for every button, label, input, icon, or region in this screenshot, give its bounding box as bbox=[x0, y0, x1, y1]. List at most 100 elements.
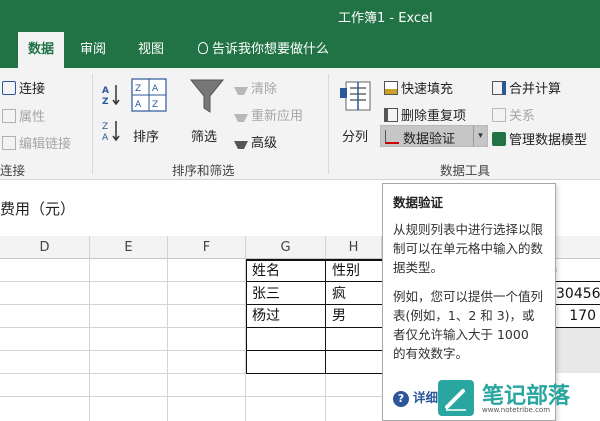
tooltip-title: 数据验证 bbox=[393, 195, 444, 210]
tell-me-more-link[interactable]: ? 详细 bbox=[393, 387, 438, 407]
cell-h1[interactable]: 性别 bbox=[328, 260, 382, 282]
table-border bbox=[246, 373, 382, 374]
data-validation-label: 数据验证 bbox=[403, 132, 456, 147]
cell-g2[interactable]: 张三 bbox=[248, 283, 324, 305]
group-label-connections: 连接 bbox=[0, 163, 26, 178]
flash-fill-icon bbox=[384, 81, 398, 95]
svg-text:Z: Z bbox=[102, 122, 108, 132]
column-header-d[interactable]: D bbox=[0, 236, 90, 259]
table-border bbox=[556, 304, 600, 305]
properties-label: 属性 bbox=[19, 110, 46, 125]
pen-logo-icon bbox=[438, 380, 474, 416]
edit-links-label: 编辑链接 bbox=[19, 137, 72, 152]
reapply-button[interactable]: 重新应用 bbox=[234, 105, 303, 124]
cell-g3[interactable]: 杨过 bbox=[248, 305, 324, 327]
ribbon: 连接 属性 编辑链接 连接 AZ ZA Z A A Z 排序 筛选 清除 重新应… bbox=[0, 68, 600, 180]
cell-g1[interactable]: 姓名 bbox=[248, 260, 324, 282]
tab-data[interactable]: 数据 bbox=[18, 32, 65, 68]
help-icon: ? bbox=[393, 391, 409, 407]
table-border bbox=[556, 281, 600, 282]
text-to-columns-button[interactable]: 分列 bbox=[338, 78, 378, 148]
grid-line bbox=[167, 259, 168, 421]
svg-text:Z: Z bbox=[135, 84, 141, 94]
remove-duplicates-icon bbox=[384, 108, 398, 122]
svg-text:Z: Z bbox=[102, 97, 109, 106]
cell-h3[interactable]: 男 bbox=[328, 305, 382, 327]
edit-links-button[interactable]: 编辑链接 bbox=[2, 133, 71, 152]
sort-za-icon: ZA bbox=[102, 121, 120, 143]
lightbulb-icon bbox=[198, 42, 208, 54]
data-model-icon bbox=[492, 132, 506, 146]
tab-review[interactable]: 审阅 bbox=[80, 32, 106, 68]
data-validation-button[interactable]: 数据验证 ▾ bbox=[380, 125, 488, 147]
clear-label: 清除 bbox=[251, 82, 278, 97]
svg-text:A: A bbox=[152, 84, 159, 94]
selected-cells[interactable] bbox=[556, 328, 600, 373]
svg-text:A: A bbox=[135, 100, 142, 110]
consolidate-icon bbox=[492, 81, 506, 95]
relationships-icon bbox=[492, 108, 506, 122]
formula-bar-text: 费用（元） bbox=[0, 200, 76, 218]
advanced-button[interactable]: 高级 bbox=[234, 132, 277, 151]
connect-button[interactable]: 连接 bbox=[2, 78, 45, 97]
cell-i2[interactable]: 30456 bbox=[556, 283, 600, 305]
advanced-filter-icon bbox=[234, 141, 248, 149]
clear-filter-icon bbox=[234, 87, 248, 95]
sort-button[interactable]: Z A A Z 排序 bbox=[130, 78, 168, 148]
svg-text:A: A bbox=[102, 133, 109, 142]
column-header-i[interactable] bbox=[556, 236, 600, 259]
title-bar: 工作簿1 - Excel bbox=[0, 0, 600, 32]
ribbon-tabs: 数据 审阅 视图 告诉我你想要做什么 bbox=[0, 32, 600, 68]
table-border bbox=[246, 327, 382, 328]
filter-button[interactable]: 筛选 bbox=[188, 78, 226, 148]
flash-fill-label: 快速填充 bbox=[401, 82, 454, 97]
properties-icon bbox=[2, 109, 16, 123]
column-header-h[interactable]: H bbox=[326, 236, 382, 259]
sort-dialog-icon: Z A A Z bbox=[131, 78, 167, 112]
pen-icon bbox=[445, 389, 466, 411]
group-label-sort-filter: 排序和筛选 bbox=[172, 163, 235, 178]
sort-az-icon: AZ bbox=[102, 85, 120, 107]
reapply-label: 重新应用 bbox=[251, 109, 304, 124]
filter-label: 筛选 bbox=[191, 130, 218, 145]
remove-duplicates-label: 删除重复项 bbox=[401, 109, 467, 124]
properties-button[interactable]: 属性 bbox=[2, 106, 45, 125]
tell-me-search[interactable]: 告诉我你想要做什么 bbox=[198, 32, 329, 68]
table-border bbox=[246, 350, 382, 351]
watermark-url: www.notetribe.com bbox=[482, 406, 551, 414]
cell-i3[interactable]: 170 bbox=[556, 305, 600, 327]
tab-view[interactable]: 视图 bbox=[138, 32, 164, 68]
table-border bbox=[246, 259, 247, 373]
consolidate-button[interactable]: 合并计算 bbox=[492, 78, 561, 97]
window-title: 工作簿1 - Excel bbox=[338, 11, 433, 26]
data-validation-icon bbox=[385, 130, 399, 144]
reapply-icon bbox=[234, 114, 248, 122]
consolidate-label: 合并计算 bbox=[509, 82, 562, 97]
svg-text:Z: Z bbox=[152, 100, 158, 110]
tell-me-label: 告诉我你想要做什么 bbox=[212, 42, 330, 57]
sort-az-button[interactable]: AZ bbox=[102, 82, 122, 109]
cell-h2[interactable]: 疯 bbox=[328, 283, 382, 305]
relationships-button[interactable]: 关系 bbox=[492, 105, 535, 124]
svg-text:A: A bbox=[102, 86, 109, 96]
sort-label: 排序 bbox=[133, 130, 160, 145]
connect-icon bbox=[2, 81, 16, 95]
column-header-f[interactable]: F bbox=[168, 236, 246, 259]
advanced-label: 高级 bbox=[251, 136, 278, 151]
chevron-down-icon[interactable]: ▾ bbox=[473, 126, 487, 146]
group-label-data-tools: 数据工具 bbox=[440, 163, 491, 178]
group-separator bbox=[92, 74, 93, 174]
clear-button[interactable]: 清除 bbox=[234, 78, 277, 97]
tooltip-body-2: 例如，您可以提供一个值列表(例如，1、2 和 3)，或者仅允许输入大于 1000… bbox=[393, 289, 544, 361]
remove-duplicates-button[interactable]: 删除重复项 bbox=[384, 105, 466, 124]
sort-za-button[interactable]: ZA bbox=[102, 118, 122, 146]
group-separator bbox=[328, 74, 329, 174]
funnel-icon bbox=[189, 79, 225, 113]
flash-fill-button[interactable]: 快速填充 bbox=[384, 78, 453, 97]
column-header-e[interactable]: E bbox=[90, 236, 168, 259]
text-to-columns-icon bbox=[340, 81, 371, 111]
tell-me-more-label: 详细 bbox=[413, 390, 439, 405]
column-header-g[interactable]: G bbox=[246, 236, 326, 259]
split-label: 分列 bbox=[342, 130, 369, 145]
manage-data-model-button[interactable]: 管理数据模型 bbox=[492, 129, 587, 148]
